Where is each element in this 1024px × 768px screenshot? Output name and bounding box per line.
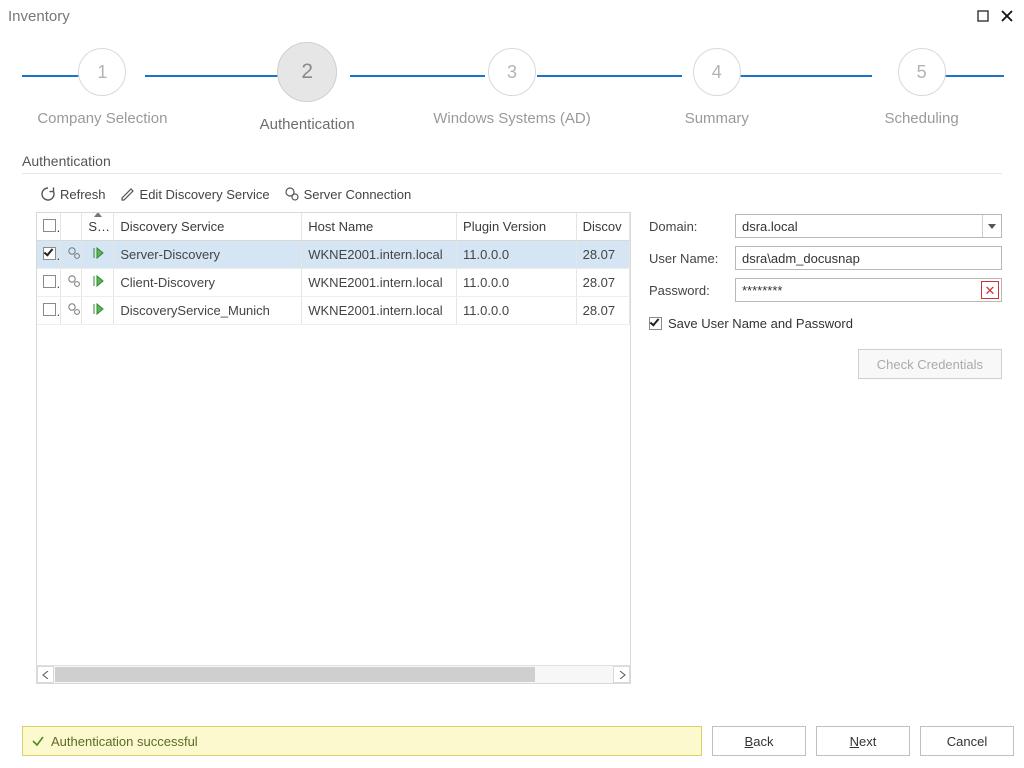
gear-globe-icon: [60, 297, 81, 325]
domain-label: Domain:: [649, 219, 735, 234]
cell-host: WKNE2001.intern.local: [302, 241, 457, 269]
header-date[interactable]: Discov: [576, 213, 629, 241]
cell-service: Client-Discovery: [114, 269, 302, 297]
header-service[interactable]: Discovery Service: [114, 213, 302, 241]
step-label: Summary: [685, 110, 749, 127]
cancel-button[interactable]: Cancel: [920, 726, 1014, 756]
row-checkbox[interactable]: [43, 303, 56, 316]
play-icon: [82, 241, 114, 269]
clear-password-icon[interactable]: ✕: [981, 281, 999, 299]
table-row[interactable]: DiscoveryService_Munich WKNE2001.intern.…: [37, 297, 630, 325]
cell-service: Server-Discovery: [114, 241, 302, 269]
server-connection-button[interactable]: Server Connection: [282, 184, 414, 204]
step-label: Company Selection: [37, 110, 167, 127]
username-label: User Name:: [649, 251, 735, 266]
wizard-stepper: 1 Company Selection 2 Authentication 3 W…: [0, 48, 1024, 153]
cell-version: 11.0.0.0: [457, 241, 577, 269]
step-authentication[interactable]: 2 Authentication: [207, 48, 407, 133]
horizontal-scrollbar[interactable]: [37, 665, 630, 683]
gear-globe-icon: [60, 241, 81, 269]
step-number: 2: [277, 42, 337, 102]
password-label: Password:: [649, 283, 735, 298]
chevron-down-icon[interactable]: [982, 215, 1001, 237]
status-text: Authentication successful: [51, 734, 198, 749]
username-field[interactable]: dsra\adm_docusnap: [735, 246, 1002, 270]
edit-discovery-button[interactable]: Edit Discovery Service: [118, 184, 272, 204]
table-row[interactable]: Server-Discovery WKNE2001.intern.local 1…: [37, 241, 630, 269]
edit-discovery-label: Edit Discovery Service: [140, 187, 270, 202]
header-host[interactable]: Host Name: [302, 213, 457, 241]
check-icon: [31, 734, 45, 748]
cell-date: 28.07: [576, 269, 629, 297]
domain-select[interactable]: dsra.local: [735, 214, 1002, 238]
header-checkbox[interactable]: [37, 213, 60, 241]
cell-version: 11.0.0.0: [457, 269, 577, 297]
play-icon: [82, 297, 114, 325]
auth-form: Domain: dsra.local User Name: dsra\adm_d…: [649, 214, 1002, 684]
header-icon: [60, 213, 81, 241]
checkbox-icon[interactable]: [649, 317, 662, 330]
domain-value: dsra.local: [742, 219, 798, 234]
check-credentials-button[interactable]: Check Credentials: [858, 349, 1002, 379]
step-company-selection[interactable]: 1 Company Selection: [2, 48, 202, 133]
step-number: 3: [488, 48, 536, 96]
back-button[interactable]: Back: [712, 726, 806, 756]
step-label: Windows Systems (AD): [433, 110, 591, 127]
refresh-label: Refresh: [60, 187, 106, 202]
gear-globe-icon: [60, 269, 81, 297]
table-row[interactable]: Client-Discovery WKNE2001.intern.local 1…: [37, 269, 630, 297]
scroll-left-icon[interactable]: [37, 666, 54, 683]
username-value: dsra\adm_docusnap: [742, 251, 860, 266]
play-icon: [82, 269, 114, 297]
status-bar: Authentication successful: [22, 726, 702, 756]
step-windows-systems[interactable]: 3 Windows Systems (AD): [412, 48, 612, 133]
step-number: 1: [78, 48, 126, 96]
next-button[interactable]: Next: [816, 726, 910, 756]
step-label: Scheduling: [884, 110, 958, 127]
step-summary[interactable]: 4 Summary: [617, 48, 817, 133]
gear-globe-icon: [284, 186, 300, 202]
close-button[interactable]: [998, 7, 1016, 25]
step-number: 4: [693, 48, 741, 96]
maximize-button[interactable]: [974, 7, 992, 25]
scroll-thumb[interactable]: [55, 667, 535, 682]
password-value: ********: [742, 283, 782, 298]
step-scheduling[interactable]: 5 Scheduling: [822, 48, 1022, 133]
save-credentials-checkbox[interactable]: Save User Name and Password: [649, 316, 1002, 331]
cell-date: 28.07: [576, 297, 629, 325]
scroll-right-icon[interactable]: [613, 666, 630, 683]
window-title: Inventory: [8, 8, 70, 25]
row-checkbox[interactable]: [43, 247, 56, 260]
cell-host: WKNE2001.intern.local: [302, 269, 457, 297]
password-field[interactable]: ******** ✕: [735, 278, 1002, 302]
discovery-table: Status Discovery Service Host Name Plugi…: [36, 212, 631, 684]
server-connection-label: Server Connection: [304, 187, 412, 202]
cell-date: 28.07: [576, 241, 629, 269]
cell-service: DiscoveryService_Munich: [114, 297, 302, 325]
pencil-icon: [120, 186, 136, 202]
refresh-icon: [40, 186, 56, 202]
save-credentials-label: Save User Name and Password: [668, 316, 853, 331]
header-status[interactable]: Status: [82, 213, 114, 241]
row-checkbox[interactable]: [43, 275, 56, 288]
refresh-button[interactable]: Refresh: [38, 184, 108, 204]
step-number: 5: [898, 48, 946, 96]
step-label: Authentication: [260, 116, 355, 133]
section-title: Authentication: [22, 153, 1002, 169]
cell-version: 11.0.0.0: [457, 297, 577, 325]
header-version[interactable]: Plugin Version: [457, 213, 577, 241]
cell-host: WKNE2001.intern.local: [302, 297, 457, 325]
